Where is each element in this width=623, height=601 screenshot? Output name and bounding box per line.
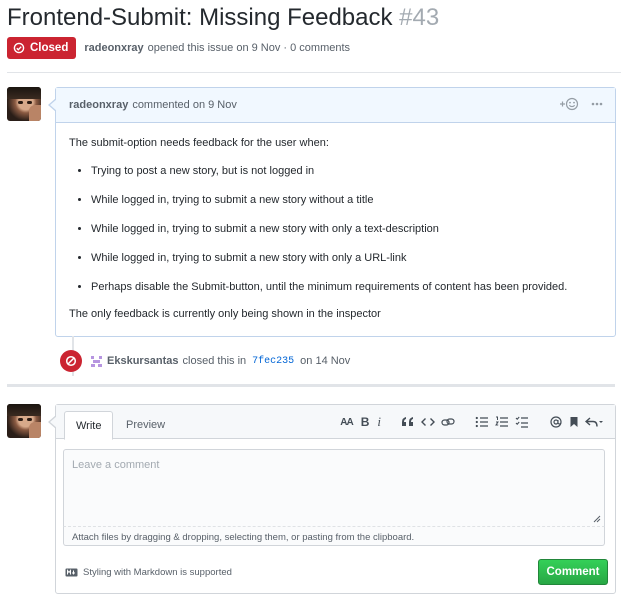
list-item: Perhaps disable the Submit-button, until… <box>91 279 602 295</box>
timeline-divider <box>7 384 615 387</box>
attach-dropzone[interactable]: Attach files by dragging & dropping, sel… <box>63 527 605 546</box>
comment-outro: The only feedback is currently only bein… <box>69 308 381 320</box>
list-item: While logged in, trying to submit a new … <box>91 221 602 237</box>
issue-closed-icon <box>13 42 25 54</box>
comment-submit-button[interactable]: Comment <box>538 559 608 585</box>
issue-author[interactable]: radeonxray <box>84 42 143 54</box>
quote-icon[interactable] <box>401 414 415 430</box>
smiley-plus-icon[interactable] <box>559 97 579 111</box>
event-action: closed this in <box>182 355 247 367</box>
event-actor[interactable]: Ekskursantas <box>107 355 179 367</box>
markdown-hint-text: Styling with Markdown is supported <box>83 567 232 578</box>
kebab-horizontal-icon[interactable] <box>591 98 603 110</box>
markdown-hint[interactable]: Styling with Markdown is supported <box>65 567 232 578</box>
attach-hint: Attach files by dragging & dropping, sel… <box>72 532 415 543</box>
comment-intro: The submit-option needs feedback for the… <box>69 137 329 149</box>
comment-input[interactable]: Leave a comment <box>63 449 605 527</box>
mention-icon[interactable] <box>549 414 563 430</box>
actor-avatar-icon[interactable] <box>90 354 103 368</box>
circle-slash-icon <box>60 350 82 372</box>
ordered-list-icon[interactable] <box>495 414 509 430</box>
bold-button[interactable]: B <box>361 414 370 430</box>
status-badge: Closed <box>7 37 77 59</box>
tab-preview[interactable]: Preview <box>115 411 176 439</box>
editor-header: Write Preview AA B i <box>56 405 615 440</box>
list-item: While logged in, trying to submit a new … <box>91 250 602 266</box>
issue-title-row: Frontend-Submit: Missing Feedback #43 <box>7 3 439 33</box>
header-button[interactable]: AA <box>340 414 353 430</box>
comment-box: radeonxray commented on 9 Nov The submit… <box>48 87 616 337</box>
task-list-icon[interactable] <box>515 414 529 430</box>
issue-meta-text: opened this issue on 9 Nov · 0 comments <box>147 42 351 54</box>
unordered-list-icon[interactable] <box>475 414 489 430</box>
reply-dropdown-icon[interactable] <box>585 414 603 430</box>
tab-write[interactable]: Write <box>64 411 114 440</box>
avatar[interactable] <box>7 87 41 121</box>
comment-editor: Write Preview AA B i Leave a comment Att… <box>48 404 616 594</box>
link-icon[interactable] <box>441 414 455 430</box>
italic-button[interactable]: i <box>377 414 381 430</box>
list-item: Trying to post a new story, but is not l… <box>91 163 602 179</box>
issue-title: Frontend-Submit: Missing Feedback <box>7 4 393 31</box>
comment-author[interactable]: radeonxray <box>69 99 128 111</box>
comment-date[interactable]: commented on 9 Nov <box>132 99 237 111</box>
event-date[interactable]: on 14 Nov <box>300 355 350 367</box>
status-label: Closed <box>30 42 69 54</box>
code-icon[interactable] <box>421 414 435 430</box>
avatar[interactable] <box>7 404 41 438</box>
comment-header: radeonxray commented on 9 Nov <box>56 88 615 123</box>
issue-meta: Closed radeonxray opened this issue on 9… <box>7 37 350 59</box>
list-item: While logged in, trying to submit a new … <box>91 192 602 208</box>
comment-body: The submit-option needs feedback for the… <box>56 123 615 334</box>
markdown-icon <box>65 568 78 577</box>
feedback-list: Trying to post a new story, but is not l… <box>69 163 602 295</box>
markdown-toolbar: AA B i <box>334 414 603 430</box>
close-event: Ekskursantas closed this in 7fec235 on 1… <box>60 350 350 372</box>
comment-placeholder: Leave a comment <box>72 459 160 471</box>
commit-link[interactable]: 7fec235 <box>252 356 294 367</box>
bookmark-icon[interactable] <box>569 414 579 430</box>
issue-number: #43 <box>399 4 440 31</box>
resize-handle-icon[interactable] <box>593 515 601 523</box>
divider <box>7 72 621 73</box>
